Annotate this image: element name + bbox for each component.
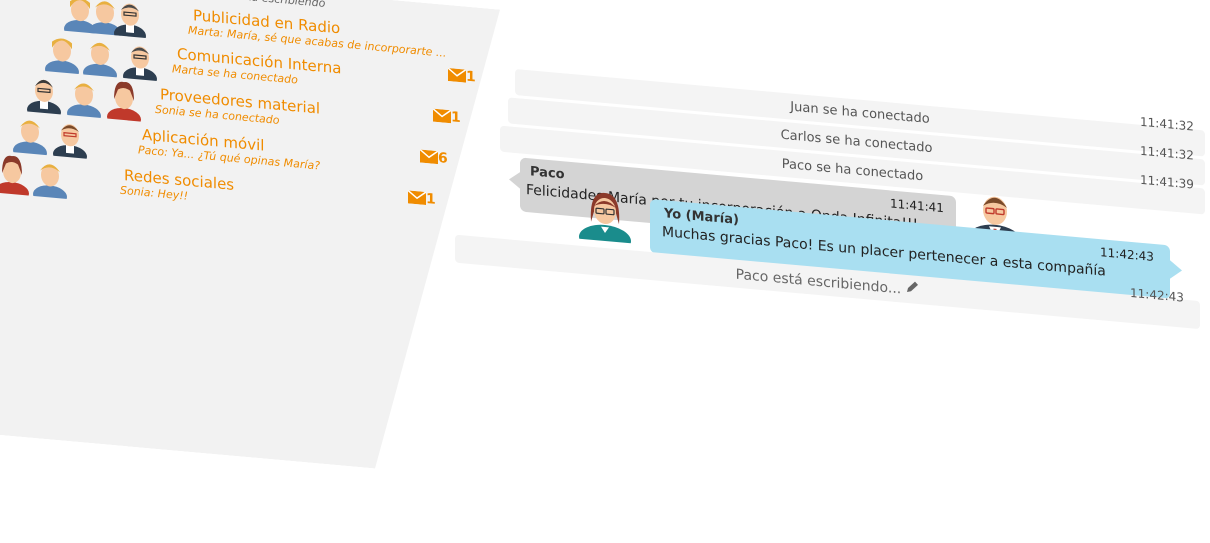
envelope-icon <box>433 108 451 126</box>
avatar <box>575 186 635 254</box>
unread-badge: 1 <box>408 189 436 207</box>
envelope-icon <box>420 148 438 166</box>
message-sender: Paco <box>530 164 565 183</box>
envelope-icon <box>408 189 426 207</box>
unread-count: 1 <box>426 191 436 208</box>
conversation-sidebar: Paco está escribiendo Publicidad en Radi… <box>0 0 500 480</box>
unread-count: 6 <box>438 150 448 167</box>
unread-badge: 1 <box>433 108 461 126</box>
avatar-group <box>0 150 80 198</box>
pencil-icon <box>905 281 919 299</box>
envelope-icon <box>448 67 466 85</box>
bubble-tail <box>509 170 521 190</box>
avatar-group <box>2 109 102 158</box>
typing-text: Paco está escribiendo... <box>735 266 902 298</box>
message-time: 11:41:41 <box>890 196 944 216</box>
unread-badge: 6 <box>420 148 448 166</box>
unread-count: 1 <box>451 109 461 127</box>
chat-app: Paco está escribiendo Publicidad en Radi… <box>0 0 1210 531</box>
message-time: 11:42:43 <box>1100 245 1154 264</box>
bubble-tail <box>1169 259 1182 281</box>
unread-count: 1 <box>466 68 476 86</box>
unread-badge: 1 <box>448 67 476 85</box>
